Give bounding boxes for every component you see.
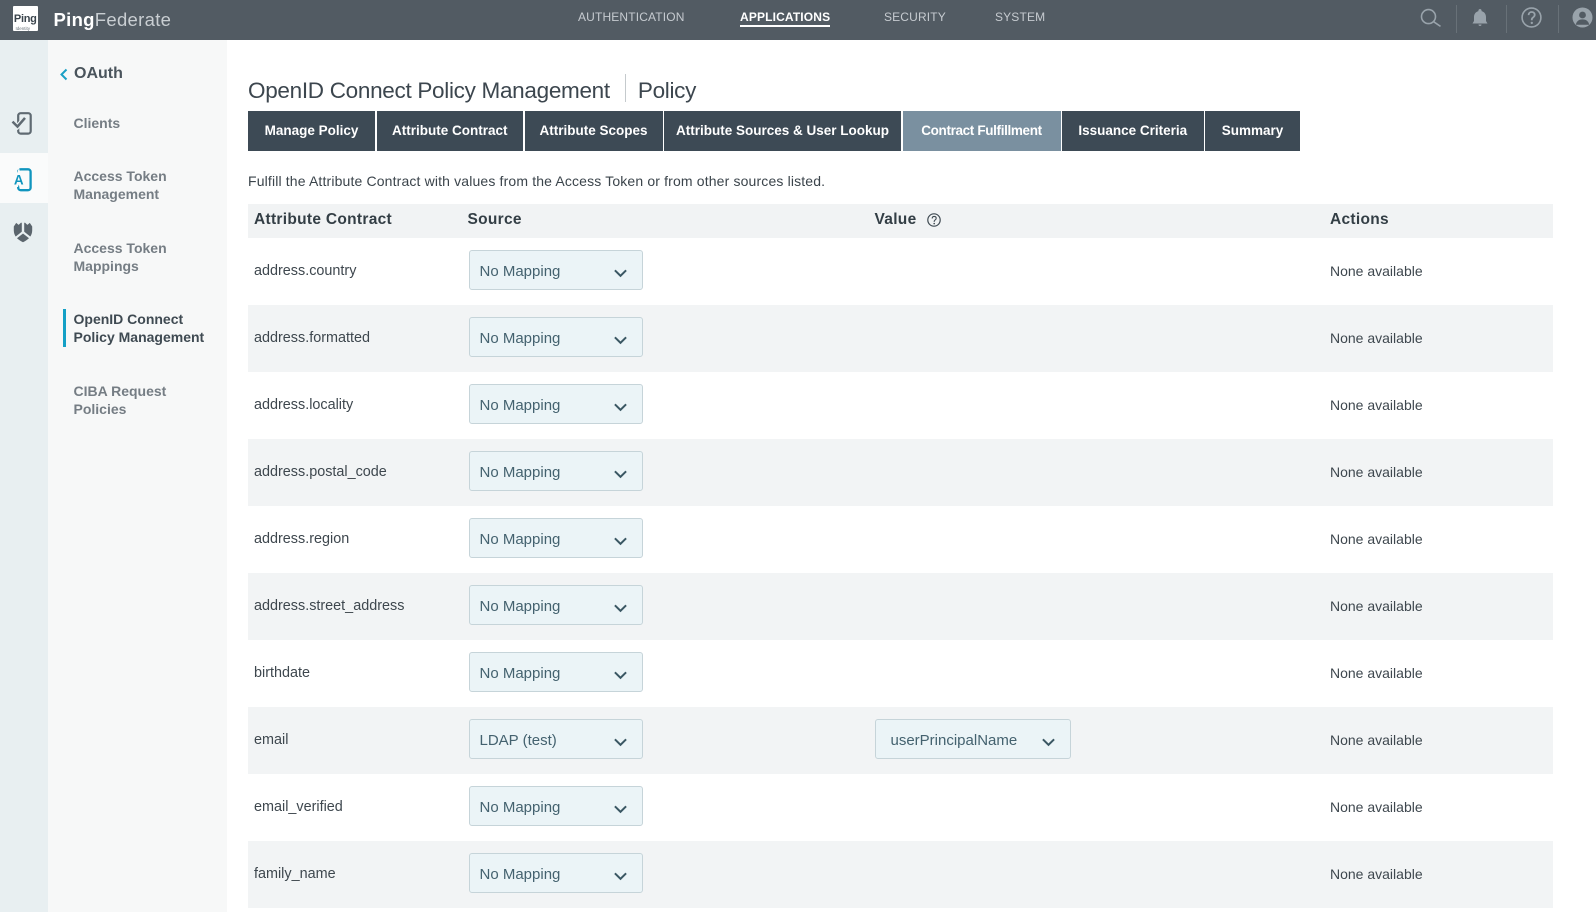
svg-text:A: A [14, 173, 24, 188]
